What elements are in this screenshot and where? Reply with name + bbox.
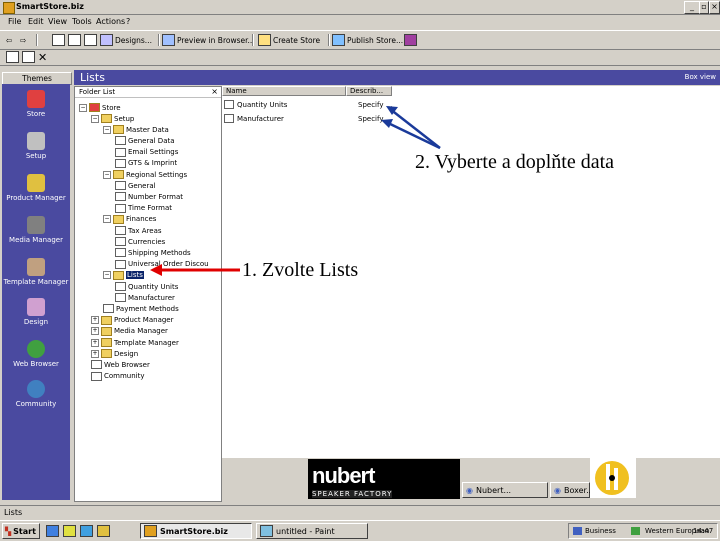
- annotation-step2: 2. Vyberte a doplňte data: [415, 151, 615, 173]
- annotation-step1: 1. Zvolte Lists: [242, 259, 359, 281]
- red-arrowhead: [150, 264, 162, 276]
- annotation-arrows: [150, 106, 441, 276]
